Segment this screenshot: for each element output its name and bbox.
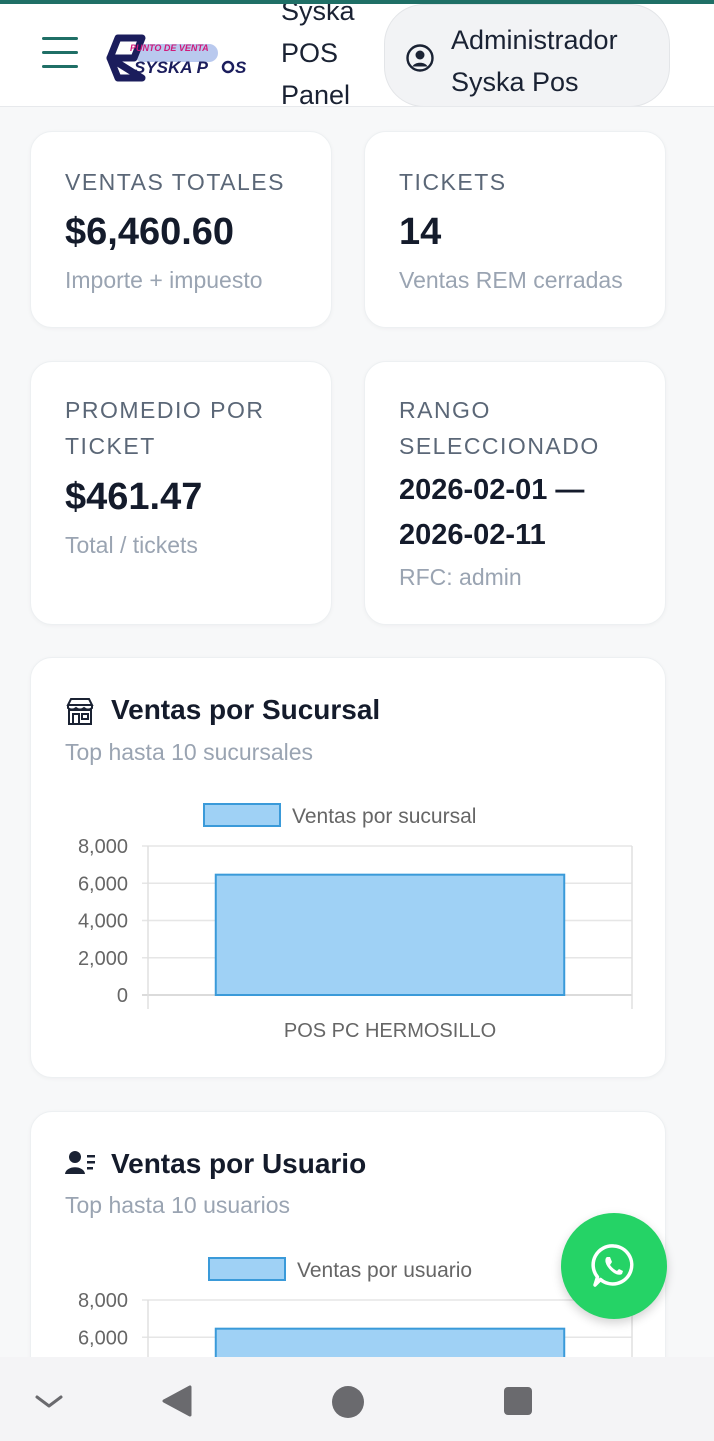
y-tick-label: 2,000: [78, 948, 128, 970]
stat-label: PROMEDIO POR: [65, 397, 265, 423]
menu-icon[interactable]: [42, 37, 80, 69]
stat-label: TICKETS: [399, 169, 507, 195]
user-circle-icon: [406, 44, 434, 72]
y-tick-label: 4,000: [78, 911, 128, 933]
recents-icon[interactable]: [503, 1386, 533, 1416]
stat-label: TICKET: [65, 433, 156, 459]
y-tick-label: 6,000: [78, 873, 128, 895]
logo-wordmark-tail: S: [235, 58, 247, 77]
date-range-end: 2026-02-11: [399, 519, 546, 551]
stat-subtext: Ventas REM cerradas: [399, 267, 623, 293]
stat-subtext: Importe + impuesto: [65, 267, 263, 293]
sucursal-bar-chart: Ventas por sucursal 8,000 6,000 4,000 2,000 0…: [78, 803, 633, 1042]
brand-title: Syska POS Panel: [281, 4, 381, 107]
chevron-down-icon[interactable]: [34, 1393, 64, 1411]
logo-wordmark: SYSKA P: [134, 58, 209, 77]
whatsapp-icon: [591, 1244, 634, 1287]
user-name-line: Administrador: [451, 25, 618, 55]
stat-label: VENTAS TOTALES: [65, 169, 285, 195]
stat-subtext: Total / tickets: [65, 532, 198, 558]
x-tick-label: POS PC HERMOSILLO: [284, 1020, 496, 1042]
app-header: PUNTO DE VENTA SYSKA P S Syska POS Panel…: [0, 4, 714, 107]
stat-value: $461.47: [65, 476, 203, 518]
back-icon[interactable]: [160, 1384, 192, 1418]
legend-swatch: [208, 1257, 286, 1281]
system-nav-bar: [0, 1357, 714, 1441]
legend-label: Ventas por usuario: [297, 1259, 472, 1282]
stat-value: 14: [399, 211, 442, 253]
stat-card-ventas-totales: VENTAS TOTALES $6,460.60 Importe + impue…: [30, 131, 332, 328]
rfc-text: RFC: admin: [399, 564, 522, 590]
y-tick-label: 6,000: [78, 1327, 128, 1349]
bar: [214, 873, 566, 996]
whatsapp-button[interactable]: [561, 1213, 667, 1319]
user-menu-button[interactable]: Administrador Syska Pos: [384, 4, 670, 106]
brand-line: Panel: [281, 80, 351, 107]
date-range-start: 2026-02-01 —: [399, 474, 585, 506]
logo-tagline: PUNTO DE VENTA: [130, 43, 209, 53]
syska-pos-logo[interactable]: PUNTO DE VENTA SYSKA P S: [104, 32, 248, 82]
brand-line: POS: [281, 38, 339, 68]
stat-card-promedio: PROMEDIO POR TICKET $461.47 Total / tick…: [30, 361, 332, 625]
user-name-line: Syska Pos: [451, 67, 579, 97]
y-tick-label: 0: [117, 985, 128, 1007]
stat-label: RANGO: [399, 397, 491, 423]
brand-line: Syska: [281, 4, 355, 26]
stat-value: $6,460.60: [65, 211, 235, 253]
home-icon[interactable]: [331, 1385, 365, 1419]
stat-label: SELECCIONADO: [399, 433, 600, 459]
stat-card-rango: RANGO SELECCIONADO 2026-02-01 — 2026-02-…: [364, 361, 666, 625]
y-tick-label: 8,000: [78, 836, 128, 858]
y-tick-label: 8,000: [78, 1290, 128, 1312]
user-name: Administrador Syska Pos: [451, 19, 661, 103]
stat-card-tickets: TICKETS 14 Ventas REM cerradas: [364, 131, 666, 328]
legend-swatch: [203, 803, 281, 827]
legend-label: Ventas por sucursal: [292, 805, 476, 828]
chart-card-sucursal: Ventas por Sucursal Top hasta 10 sucursa…: [30, 657, 666, 1078]
